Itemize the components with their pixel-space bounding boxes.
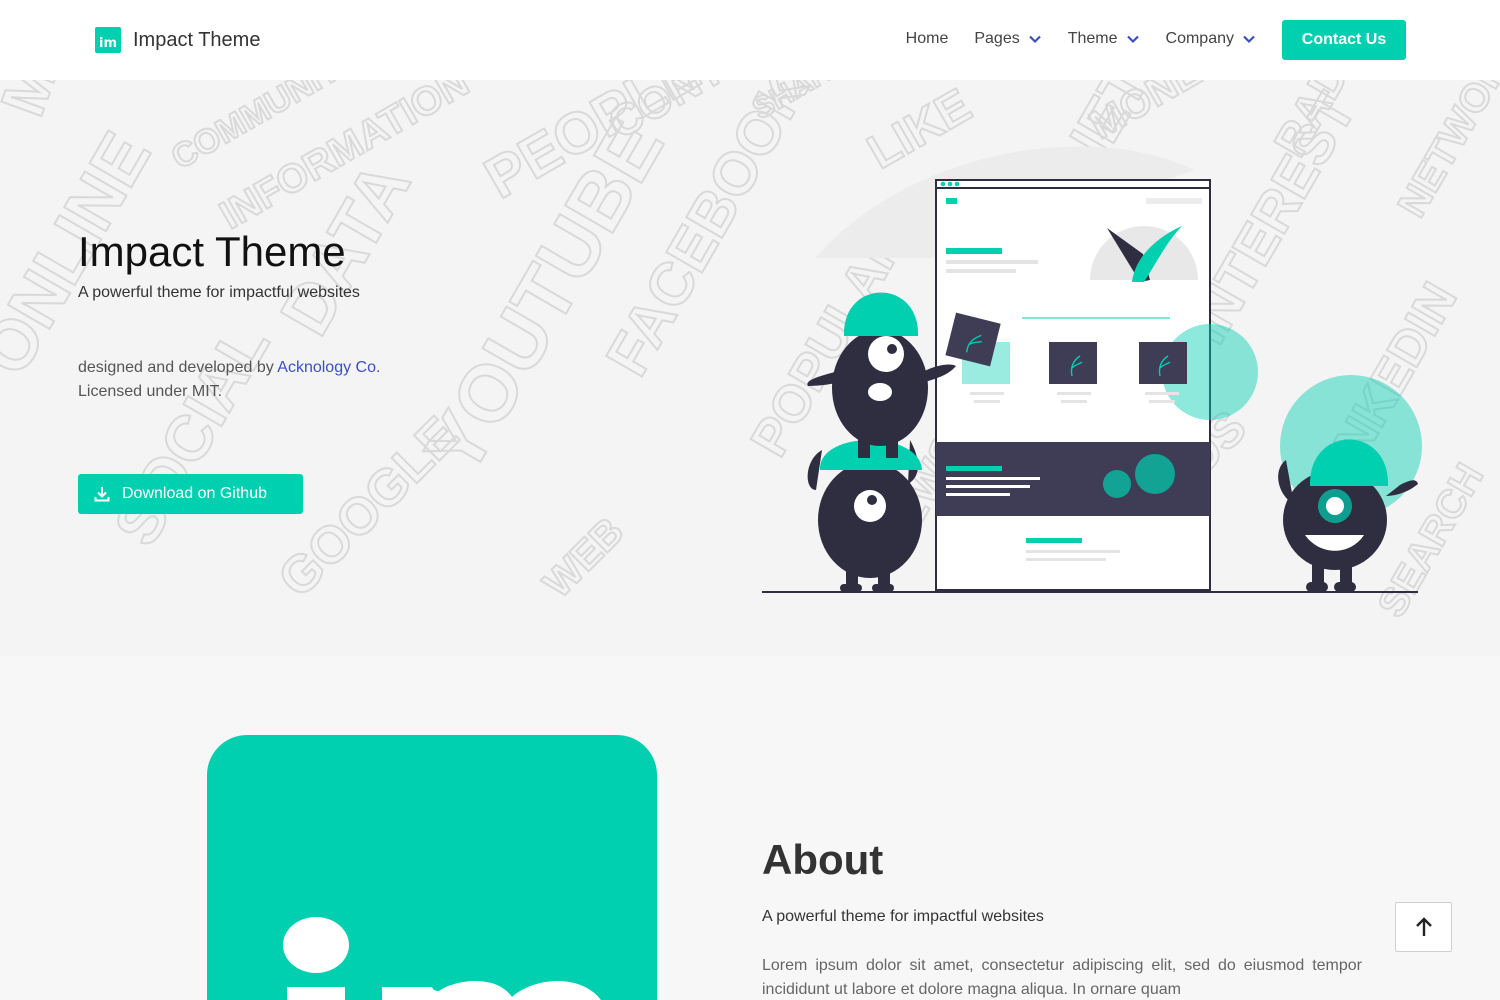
nav-item-theme[interactable]: Theme (1068, 30, 1140, 48)
hero-credit: designed and developed by Acknology Co. … (78, 356, 380, 404)
nav-item-label: Pages (974, 30, 1020, 47)
nav-item-company[interactable]: Company (1166, 30, 1256, 48)
bg-word: SOCIAL (100, 312, 283, 557)
download-label: Download on Github (122, 485, 267, 502)
chevron-down-icon (1028, 35, 1041, 44)
download-icon (94, 487, 110, 502)
hero-title: Impact Theme (78, 228, 346, 275)
bg-word: WEB (535, 509, 632, 606)
about-body-text: Lorem ipsum dolor sit amet, consectetur … (762, 957, 1362, 998)
credit-prefix: designed and developed by (78, 359, 278, 376)
brand-name: Impact Theme (133, 28, 261, 51)
scroll-to-top-button[interactable] (1395, 902, 1452, 952)
hero-illustration (762, 146, 1422, 593)
license-text: Licensed under MIT. (78, 383, 223, 400)
nav-item-label: Home (905, 30, 949, 47)
chevron-down-icon (1126, 35, 1139, 44)
im-logo-icon (283, 917, 601, 1000)
navbar: im Impact Theme Home Pages Theme Company… (0, 0, 1500, 80)
contact-us-button[interactable]: Contact Us (1282, 20, 1406, 60)
about-section: About A powerful theme for impactful web… (0, 656, 1500, 1000)
arrow-up-icon (1415, 917, 1432, 936)
download-github-button[interactable]: Download on Github (78, 474, 303, 514)
brand-logo-icon: im (95, 27, 121, 53)
about-subtitle: A powerful theme for impactful websites (762, 908, 1044, 925)
nav-item-pages[interactable]: Pages (974, 30, 1041, 48)
brand-logo-text: im (98, 36, 117, 51)
chevron-down-icon (1243, 35, 1255, 44)
hero-subtitle: A powerful theme for impactful websites (78, 284, 360, 301)
brand[interactable]: im Impact Theme (95, 27, 260, 53)
nav-item-label: Company (1165, 30, 1234, 47)
about-title: About (762, 836, 884, 883)
about-logo-image (207, 735, 657, 1000)
nav-item-label: Theme (1067, 30, 1118, 47)
acknology-link[interactable]: Acknology Co. (277, 359, 380, 376)
main-nav: Home Pages Theme Company (880, 30, 1256, 48)
hero-section: MOBILECOMMUNITYINFORMATIONPEOPLECONTENTS… (0, 80, 1500, 656)
bg-word: MOBILE (0, 80, 136, 125)
nav-item-home[interactable]: Home (906, 30, 949, 48)
